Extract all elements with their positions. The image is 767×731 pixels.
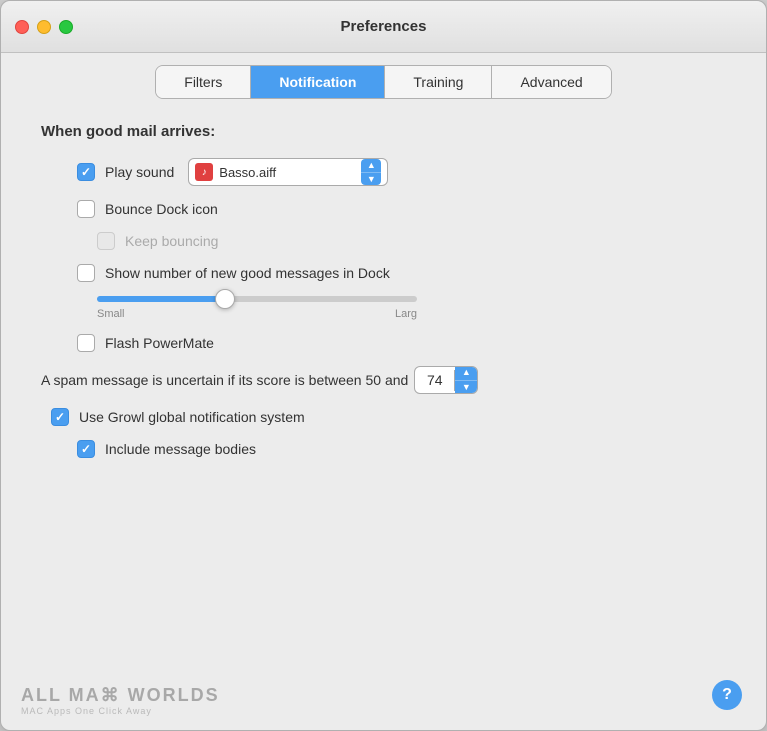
show-number-row: Show number of new good messages in Dock [77,264,726,282]
include-bodies-label: Include message bodies [105,441,256,457]
spam-stepper-up[interactable]: ▲ [455,366,477,381]
keep-bouncing-row: Keep bouncing [97,232,726,250]
section-label: When good mail arrives: [41,123,726,140]
bounce-dock-label: Bounce Dock icon [105,201,218,217]
slider-thumb[interactable] [215,289,235,309]
growl-checkbox[interactable] [51,408,69,426]
sound-stepper[interactable]: ▲ ▼ [361,159,381,185]
spam-stepper-arrows[interactable]: ▲ ▼ [455,366,477,394]
slider-max-label: Larg [395,308,417,320]
tabbar: Filters Notification Training Advanced [1,53,766,99]
play-sound-label: Play sound [105,164,174,180]
watermark-logo: ALL MA⌘ WORLDS [21,685,220,706]
spam-section: A spam message is uncertain if its score… [41,366,726,394]
slider-min-label: Small [97,308,125,320]
show-number-checkbox[interactable] [77,264,95,282]
spam-value: 74 [415,370,455,391]
watermark: ALL MA⌘ WORLDS MAC Apps One Click Away [21,685,220,716]
flash-powermate-row: Flash PowerMate [77,334,726,352]
keep-bouncing-checkbox-wrap: Keep bouncing [97,232,218,250]
minimize-button[interactable] [37,20,51,34]
window-title: Preferences [341,18,427,35]
traffic-lights [15,20,73,34]
sound-stepper-up[interactable]: ▲ [361,159,381,173]
include-bodies-row: Include message bodies [77,440,726,458]
keep-bouncing-label: Keep bouncing [125,233,218,249]
bounce-dock-checkbox-wrap[interactable]: Bounce Dock icon [77,200,218,218]
spam-description: A spam message is uncertain if its score… [41,370,408,391]
keep-bouncing-checkbox [97,232,115,250]
help-button[interactable]: ? [712,680,742,710]
include-bodies-checkbox-wrap[interactable]: Include message bodies [77,440,256,458]
show-number-label: Show number of new good messages in Dock [105,265,390,281]
sound-dropdown[interactable]: ♪ Basso.aiff ▲ ▼ [188,158,388,186]
spam-text: A spam message is uncertain if its score… [41,366,726,394]
play-sound-checkbox-wrap[interactable]: Play sound [77,163,174,181]
sound-file-icon: ♪ [195,163,213,181]
slider-section: Small Larg [97,296,726,320]
slider-labels: Small Larg [97,308,417,320]
tab-filters[interactable]: Filters [156,66,251,98]
show-number-checkbox-wrap[interactable]: Show number of new good messages in Dock [77,264,390,282]
sound-name: Basso.aiff [219,165,355,180]
growl-checkbox-wrap[interactable]: Use Growl global notification system [51,408,305,426]
sound-stepper-down[interactable]: ▼ [361,173,381,186]
spam-stepper-wrap[interactable]: 74 ▲ ▼ [414,366,478,394]
play-sound-checkbox[interactable] [77,163,95,181]
growl-row: Use Growl global notification system [51,408,726,426]
flash-powermate-checkbox[interactable] [77,334,95,352]
bounce-dock-checkbox[interactable] [77,200,95,218]
close-button[interactable] [15,20,29,34]
slider-track[interactable] [97,296,417,302]
include-bodies-checkbox[interactable] [77,440,95,458]
bottom-bar: ALL MA⌘ WORLDS MAC Apps One Click Away ? [1,700,766,730]
maximize-button[interactable] [59,20,73,34]
slider-fill [97,296,225,302]
tab-training[interactable]: Training [385,66,492,98]
flash-powermate-label: Flash PowerMate [105,335,214,351]
spam-stepper-down[interactable]: ▼ [455,381,477,395]
content-area: When good mail arrives: Play sound ♪ Bas… [1,99,766,700]
play-sound-row: Play sound ♪ Basso.aiff ▲ ▼ [77,158,726,186]
bounce-dock-row: Bounce Dock icon [77,200,726,218]
titlebar: Preferences [1,1,766,53]
growl-label: Use Growl global notification system [79,409,305,425]
preferences-window: Preferences Filters Notification Trainin… [0,0,767,731]
tab-notification[interactable]: Notification [251,66,385,98]
flash-powermate-checkbox-wrap[interactable]: Flash PowerMate [77,334,214,352]
watermark-sub: MAC Apps One Click Away [21,706,152,716]
tab-advanced[interactable]: Advanced [492,66,610,98]
tab-group: Filters Notification Training Advanced [155,65,611,99]
